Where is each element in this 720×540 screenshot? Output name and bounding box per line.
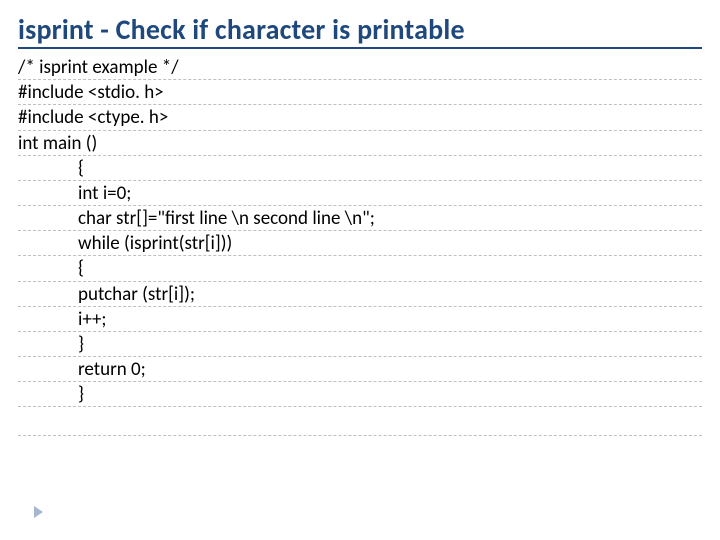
code-line: int main ()	[18, 131, 702, 156]
slide-title: isprint - Check if character is printabl…	[18, 12, 702, 49]
blank-line	[18, 407, 702, 436]
bullet-icon	[34, 506, 43, 518]
code-block: /* isprint example */ #include <stdio. h…	[18, 55, 702, 436]
code-line: int i=0;	[18, 181, 702, 206]
code-line: return 0;	[18, 357, 702, 382]
code-line: i++;	[18, 307, 702, 332]
code-line: while (isprint(str[i]))	[18, 231, 702, 256]
code-line: {	[18, 256, 702, 281]
code-line: #include <stdio. h>	[18, 80, 702, 105]
code-line: char str[]="first line \n second line \n…	[18, 206, 702, 231]
slide: isprint - Check if character is printabl…	[0, 0, 720, 540]
code-line: /* isprint example */	[18, 55, 702, 80]
code-line: }	[18, 332, 702, 357]
code-line: }	[18, 382, 702, 407]
code-line: #include <ctype. h>	[18, 105, 702, 130]
code-line: {	[18, 156, 702, 181]
code-line: putchar (str[i]);	[18, 282, 702, 307]
